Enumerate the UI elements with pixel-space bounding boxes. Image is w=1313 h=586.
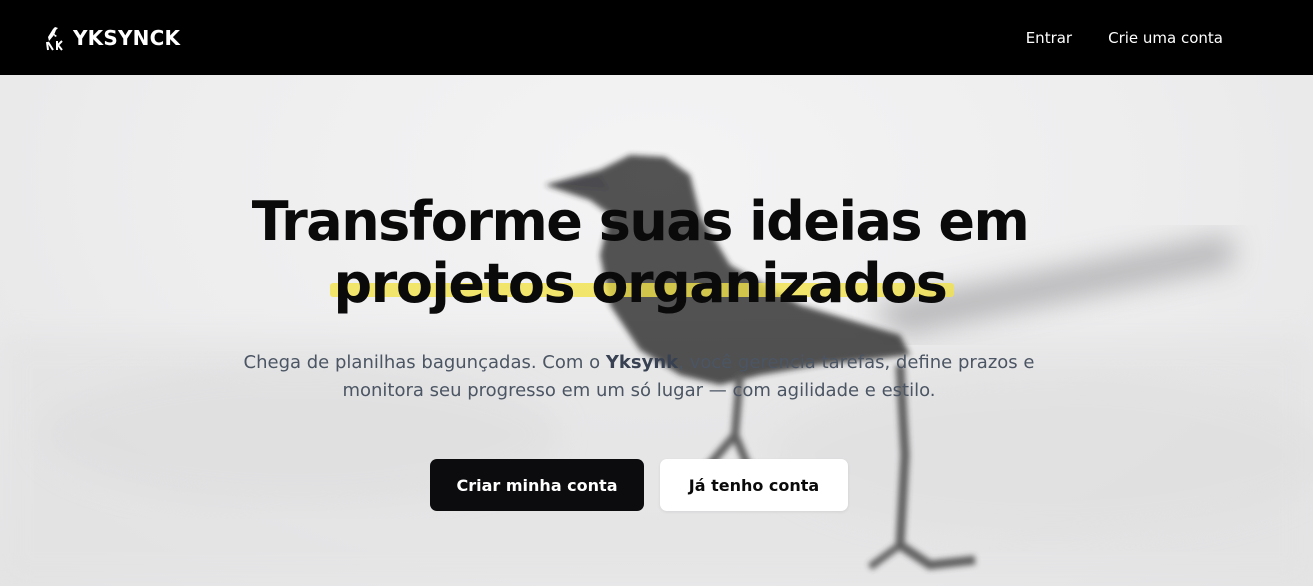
subtitle-text-start: Chega de planilhas bagunçadas. Com o: [243, 352, 606, 373]
brand-name: YKSYNCK: [73, 25, 181, 50]
headline-line-1: Transforme suas ideias em: [251, 190, 1030, 253]
create-account-button[interactable]: Criar minha conta: [430, 459, 644, 511]
hero-subtitle: Chega de planilhas bagunçadas. Com o Yks…: [200, 349, 1078, 405]
nav-link-entrar[interactable]: Entrar: [1026, 29, 1072, 47]
nav-links: Entrar Crie uma conta: [1026, 29, 1223, 47]
hero-headline: Transforme suas ideias em projetos organ…: [0, 191, 1280, 315]
headline-line-2: projetos organizados: [333, 252, 948, 315]
bird-logo-icon: [46, 26, 63, 51]
subtitle-brand: Yksynk: [605, 352, 679, 373]
login-button[interactable]: Já tenho conta: [660, 459, 848, 511]
headline-line-2-wrapper: projetos organizados: [0, 253, 1280, 315]
top-navbar: YKSYNCK Entrar Crie uma conta: [0, 0, 1313, 75]
headline-highlight: projetos organizados: [329, 252, 955, 315]
hero-section: Transforme suas ideias em projetos organ…: [0, 75, 1313, 586]
nav-link-crie-uma-conta[interactable]: Crie uma conta: [1108, 29, 1223, 47]
brand-logo-link[interactable]: YKSYNCK: [45, 25, 180, 51]
hero-content: Transforme suas ideias em projetos organ…: [0, 75, 1313, 586]
